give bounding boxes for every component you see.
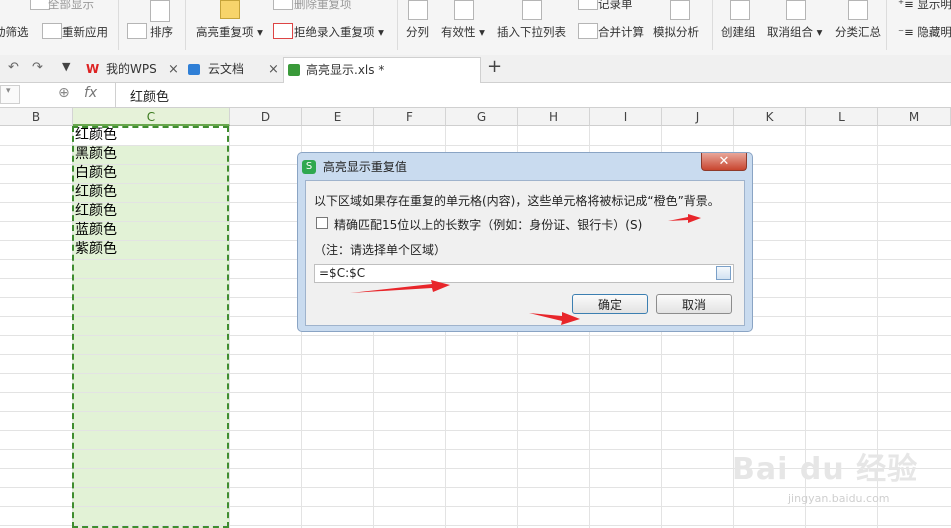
- watermark-url: jingyan.baidu.com: [788, 492, 890, 505]
- arrow-icon: [668, 214, 701, 223]
- arrow-icon: [350, 280, 450, 293]
- arrow-icon: [529, 312, 580, 325]
- watermark-brand: Bai du 经验: [732, 452, 919, 487]
- baidu-watermark: Bai du 经验 jingyan.baidu.com: [728, 436, 938, 516]
